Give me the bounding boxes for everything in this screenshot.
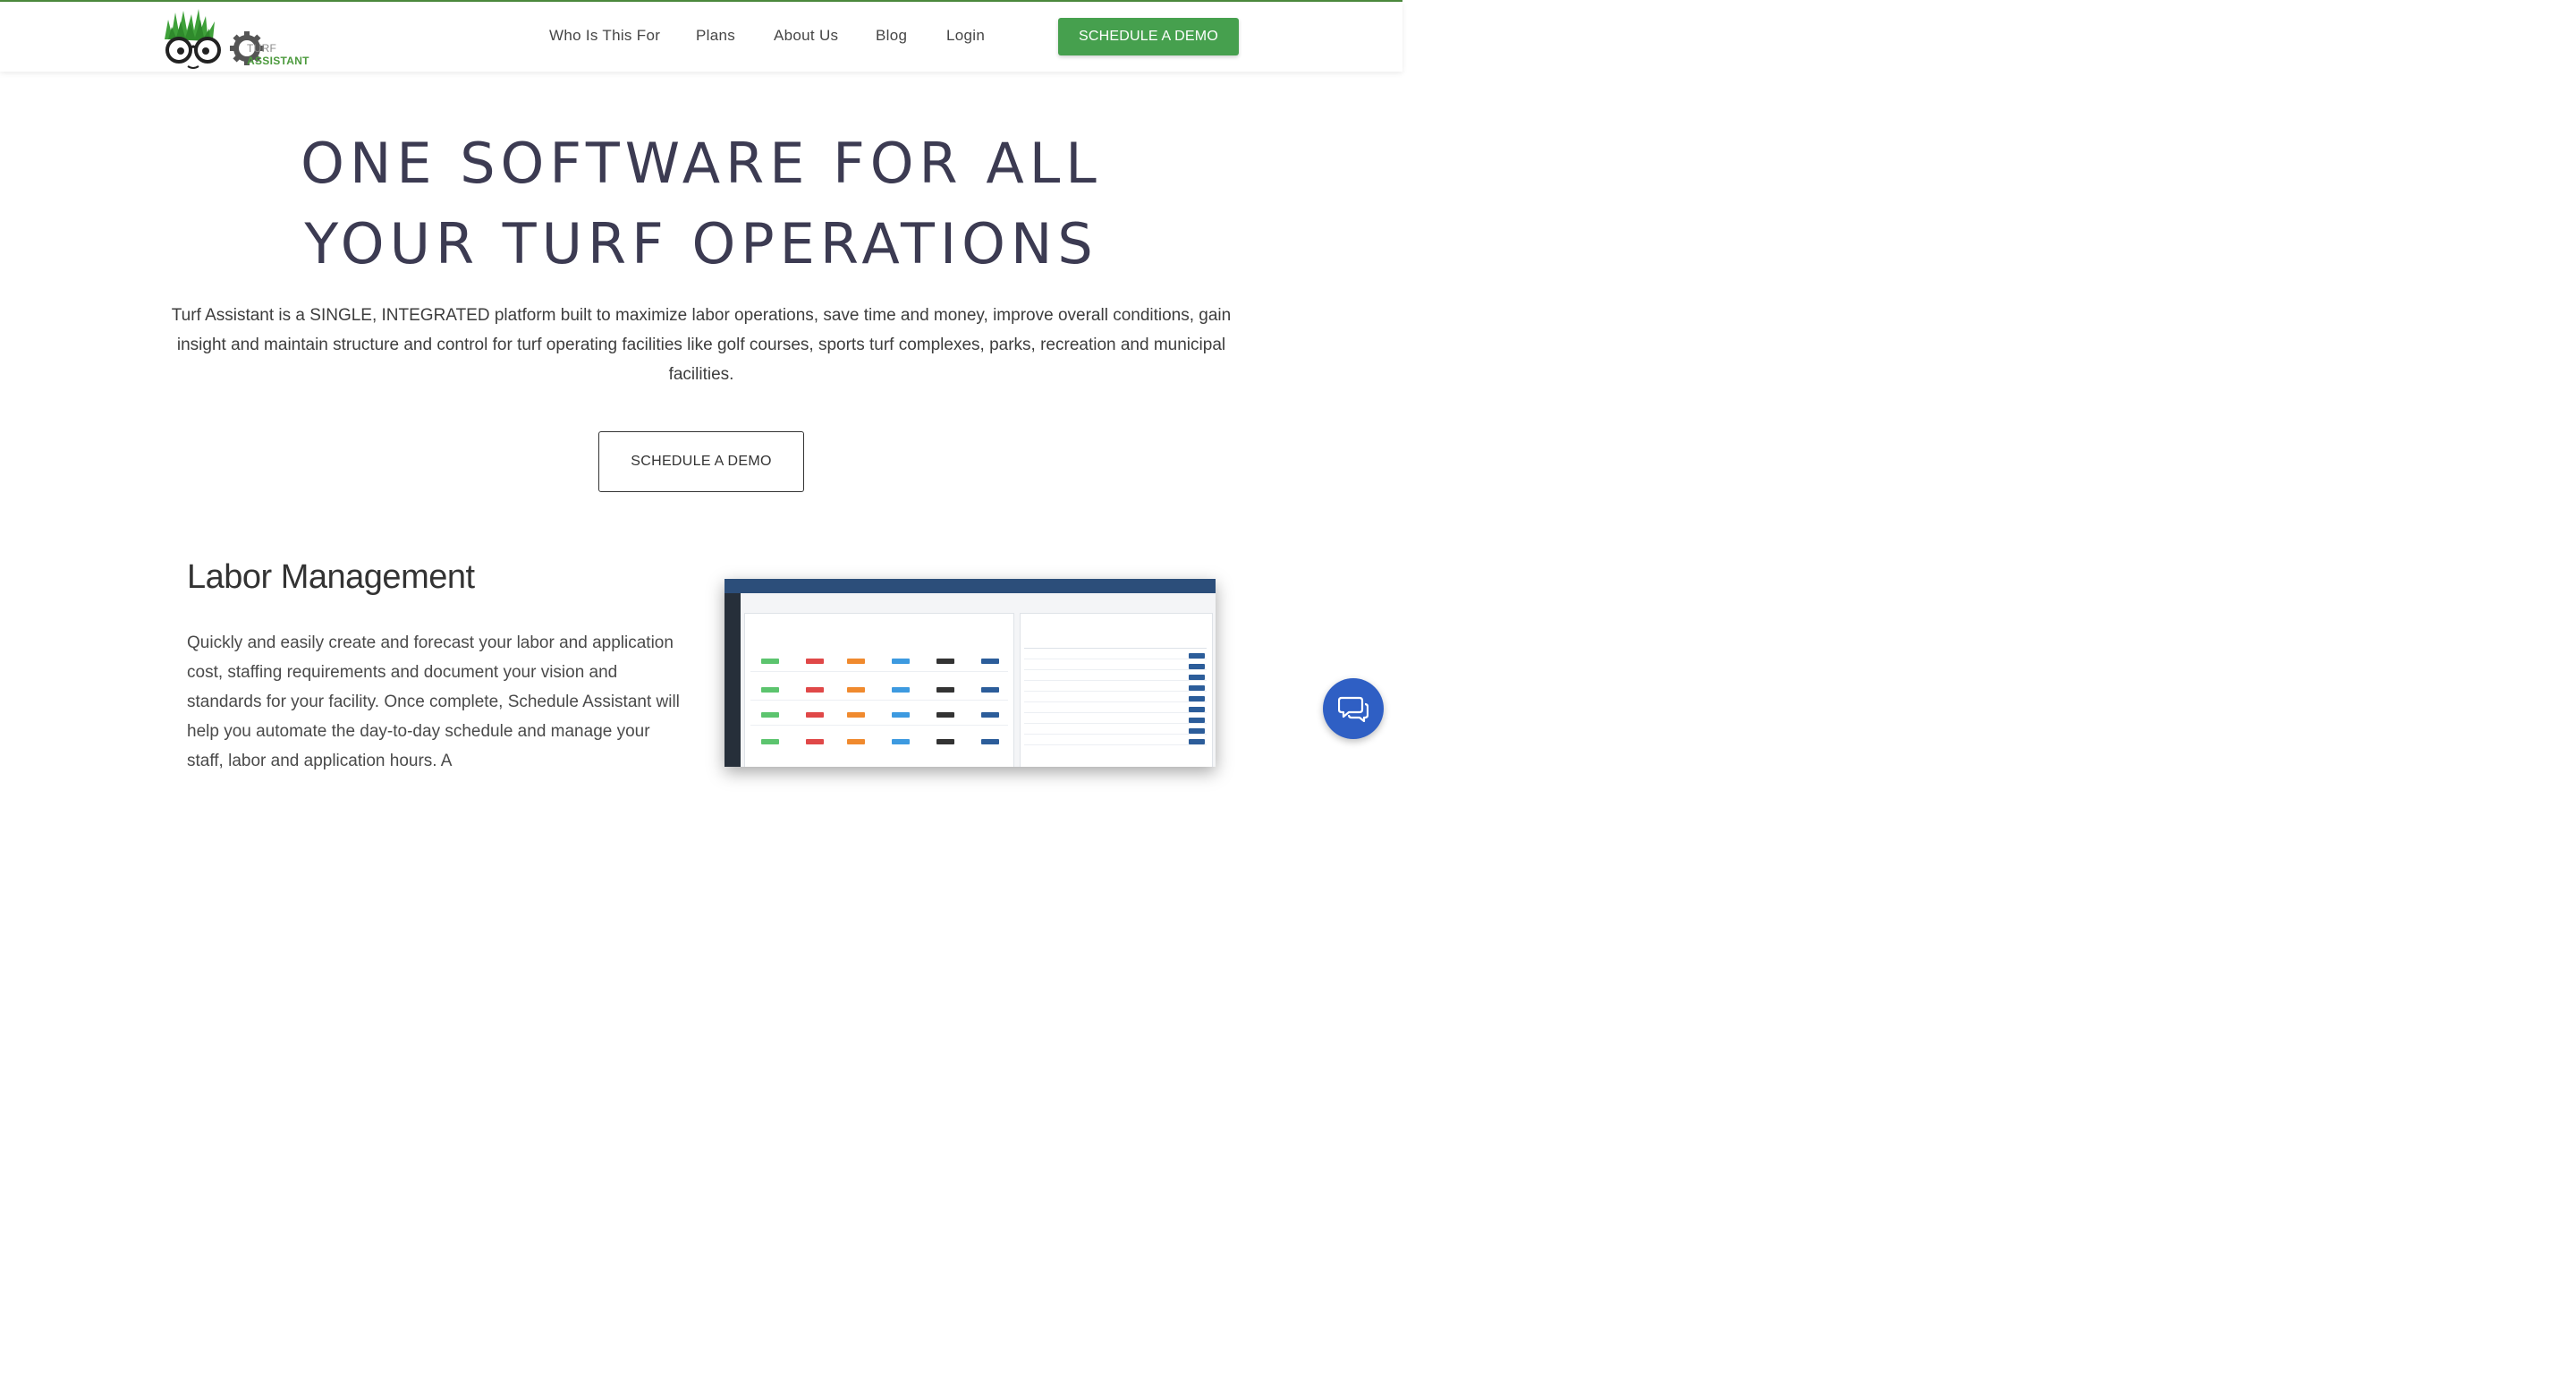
- hero-title-line-2: YOUR TURF OPERATIONS: [304, 211, 1098, 276]
- nav-login[interactable]: Login: [946, 27, 985, 45]
- app-screenshot-image: [724, 579, 1216, 767]
- logo-word-assistant: ASSISTANT: [247, 55, 309, 67]
- nav-who-is-this-for[interactable]: Who Is This For: [549, 27, 660, 45]
- site-header: TURF ASSISTANT Who Is This For Plans Abo…: [0, 2, 1402, 72]
- hero-description: Turf Assistant is a SINGLE, INTEGRATED p…: [171, 306, 1232, 384]
- logo-word-turf: TURF: [247, 42, 277, 55]
- schedule-demo-hero-button[interactable]: SCHEDULE A DEMO: [598, 431, 804, 492]
- app-screenshot-sidebar: [724, 593, 741, 767]
- schedule-demo-header-button[interactable]: SCHEDULE A DEMO: [1058, 18, 1239, 55]
- app-screenshot-assignments-panel: [1020, 613, 1213, 767]
- hero-title: ONE SOFTWARE FOR ALL YOUR TURF OPERATION…: [0, 123, 1402, 285]
- labor-management-title: Labor Management: [187, 558, 475, 596]
- app-screenshot-schedule-panel: [744, 613, 1014, 767]
- app-screenshot-topbar: [724, 579, 1216, 593]
- nav-plans[interactable]: Plans: [696, 27, 735, 45]
- logo-wordmark: TURF ASSISTANT: [247, 42, 340, 67]
- site-logo[interactable]: TURF ASSISTANT: [161, 7, 340, 72]
- chat-button[interactable]: [1323, 678, 1384, 739]
- chat-bubbles-icon: [1338, 696, 1368, 722]
- hero-title-line-1: ONE SOFTWARE FOR ALL: [301, 131, 1102, 196]
- labor-management-text: Quickly and easily create and forecast y…: [187, 633, 680, 770]
- nav-blog[interactable]: Blog: [876, 27, 907, 45]
- nav-about-us[interactable]: About Us: [774, 27, 838, 45]
